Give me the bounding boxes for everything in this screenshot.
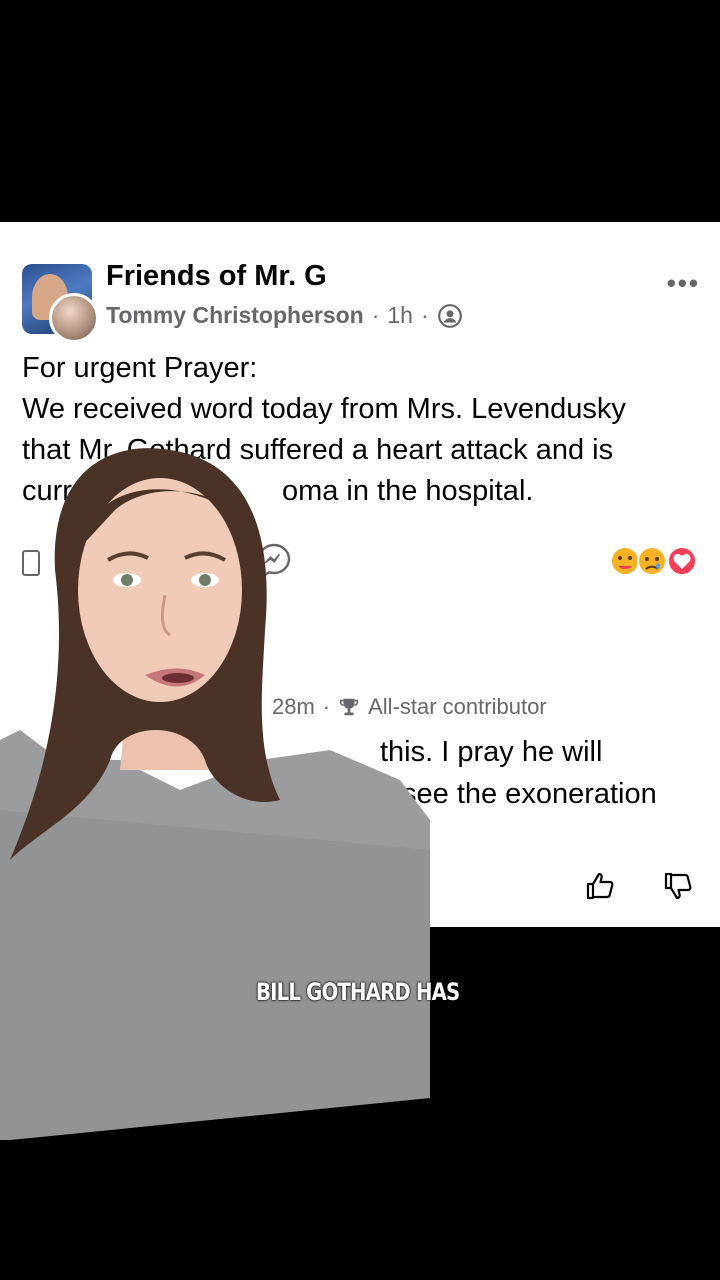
author-avatar[interactable] xyxy=(49,293,99,343)
care-reaction-icon xyxy=(610,546,640,576)
presenter-video-overlay xyxy=(0,448,430,1140)
author-name[interactable]: Tommy Christopherson xyxy=(106,302,364,329)
thumbs-down-icon[interactable] xyxy=(662,870,694,902)
meta-separator: · xyxy=(371,302,380,328)
post-line: For urgent Prayer: xyxy=(22,352,258,384)
sad-reaction-icon xyxy=(637,546,667,576)
more-options-icon[interactable]: ••• xyxy=(667,268,700,299)
reaction-summary[interactable] xyxy=(610,544,700,578)
meta-separator: · xyxy=(420,302,429,328)
members-only-icon xyxy=(437,303,462,328)
love-reaction-icon xyxy=(667,546,697,576)
comment-text-line: see the exoneration xyxy=(402,778,657,810)
post-meta: Tommy Christopherson · 1h · xyxy=(106,302,463,329)
video-caption: BILL GOTHARD HAS xyxy=(256,978,460,1006)
post-time[interactable]: 1h xyxy=(387,302,413,329)
post-line: We received word today from Mrs. Levendu… xyxy=(22,393,626,425)
thumbs-up-icon[interactable] xyxy=(584,870,616,902)
group-name[interactable]: Friends of Mr. G xyxy=(106,260,327,293)
